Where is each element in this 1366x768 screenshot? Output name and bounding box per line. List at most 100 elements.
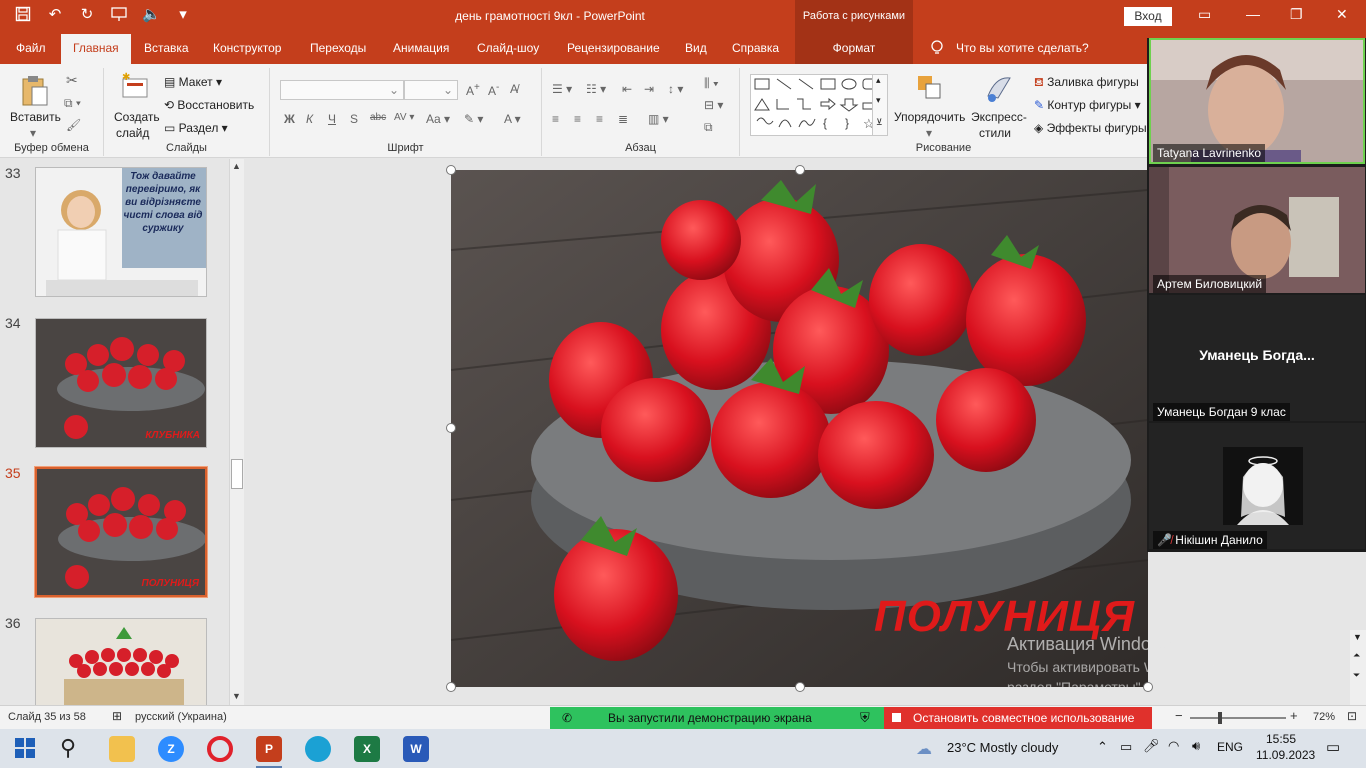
chevron-up-icon[interactable]: ⌃ — [1097, 739, 1108, 755]
clock-time[interactable]: 15:55 — [1266, 732, 1296, 746]
zoom-slider-thumb[interactable] — [1218, 712, 1222, 724]
tab-animations[interactable]: Анимация — [393, 41, 449, 55]
bullets-icon[interactable]: ☰ ▾ — [552, 82, 572, 96]
line-spacing-icon[interactable]: ↕ ▾ — [668, 82, 683, 96]
language-indicator[interactable]: русский (Украина) — [135, 711, 227, 723]
bold-icon[interactable]: Ж — [284, 112, 295, 126]
volume-icon[interactable]: 🔊︎ — [1192, 738, 1200, 754]
quick-styles-label-2[interactable]: стили — [979, 126, 1011, 140]
weather-widget[interactable]: 23°C Mostly cloudy — [947, 740, 1058, 755]
word-icon[interactable]: W — [403, 736, 429, 762]
tab-insert[interactable]: Вставка — [144, 41, 189, 55]
smartart-icon[interactable]: ⧉ — [704, 120, 713, 135]
zoom-level[interactable]: 72% — [1313, 711, 1335, 723]
chevron-up-icon[interactable]: ▴ — [876, 75, 881, 86]
new-slide-icon[interactable]: ✱ — [120, 72, 150, 105]
cut-icon[interactable]: ✂ — [66, 72, 78, 89]
font-color-icon[interactable]: A ▾ — [504, 112, 521, 126]
shape-effects-button[interactable]: ◈ Эффекты фигуры — [1034, 121, 1147, 135]
shapes-gallery-scroll[interactable]: ▴ ▾ ⊻ — [872, 74, 888, 136]
save-icon[interactable] — [14, 6, 32, 24]
arrange-label[interactable]: Упорядочить — [894, 110, 965, 124]
paste-dropdown-icon[interactable]: ▾ — [30, 126, 36, 140]
new-slide-label-2[interactable]: слайд — [116, 126, 149, 140]
columns-icon[interactable]: ▥ ▾ — [648, 112, 669, 126]
format-painter-icon[interactable]: 🖌 — [66, 118, 81, 132]
opera-icon[interactable] — [207, 736, 233, 762]
microphone-icon[interactable]: 🎤︎ — [1143, 738, 1160, 754]
new-slide-label-1[interactable]: Создать — [114, 110, 160, 124]
increase-font-icon[interactable]: A+ — [466, 82, 480, 98]
tab-home[interactable]: Главная — [61, 34, 131, 64]
chevron-down-icon[interactable]: ▾ — [876, 95, 881, 106]
section-button[interactable]: ▭ Раздел ▾ — [164, 121, 228, 135]
file-explorer-icon[interactable] — [109, 736, 135, 762]
wifi-icon[interactable]: ◠ — [1168, 738, 1179, 754]
slide-scrollbar[interactable]: ▼ ⏶ ⏷ — [1350, 630, 1366, 705]
underline-icon[interactable]: Ч — [328, 112, 336, 126]
resize-handle[interactable] — [795, 682, 805, 692]
notifications-icon[interactable]: ▭ — [1326, 738, 1340, 756]
video-tile[interactable]: Артем Биловицкий — [1149, 167, 1365, 293]
scrollbar-thumb[interactable] — [231, 459, 243, 489]
align-center-icon[interactable]: ≡ — [574, 112, 581, 126]
tab-slideshow[interactable]: Слайд-шоу — [477, 41, 539, 55]
customize-toolbar-icon[interactable]: ▾ — [174, 6, 192, 24]
char-spacing-icon[interactable]: AV ▾ — [394, 112, 414, 123]
shape-outline-button[interactable]: ✎ Контур фигуры ▾ — [1034, 98, 1141, 112]
zoom-slider[interactable] — [1190, 712, 1286, 724]
quick-styles-icon[interactable] — [984, 74, 1014, 107]
search-icon[interactable]: ⚲ — [60, 736, 86, 762]
clear-formatting-icon[interactable]: A̸ — [510, 82, 518, 96]
spellcheck-icon[interactable]: ⊞ — [112, 709, 122, 723]
video-tile[interactable]: Tatyana Lavrinenko — [1149, 38, 1365, 164]
reset-button[interactable]: ⟲ Восстановить — [164, 98, 254, 112]
slide-canvas[interactable]: ПОЛУНИЦЯ — [451, 170, 1148, 687]
tab-design[interactable]: Конструктор — [213, 41, 281, 55]
restore-icon[interactable]: ❐ — [1290, 6, 1303, 23]
slide-thumbnail-35[interactable]: ПОЛУНИЦЯ — [35, 467, 207, 597]
tab-format[interactable]: Формат — [795, 34, 913, 64]
paste-label[interactable]: Вставить — [10, 110, 61, 124]
layout-button[interactable]: ▤ Макет ▾ — [164, 75, 222, 89]
paste-icon[interactable] — [20, 74, 50, 111]
tab-review[interactable]: Рецензирование — [567, 41, 660, 55]
excel-icon[interactable]: X — [354, 736, 380, 762]
video-tile[interactable]: 🎤̸ Нікішин Данило — [1149, 423, 1365, 549]
italic-icon[interactable]: К — [306, 112, 313, 126]
increase-indent-icon[interactable]: ⇥ — [644, 82, 654, 96]
edge-icon[interactable] — [305, 736, 331, 762]
decrease-indent-icon[interactable]: ⇤ — [622, 82, 632, 96]
tab-transitions[interactable]: Переходы — [310, 41, 366, 55]
next-slide-icon[interactable]: ⏷ — [1353, 670, 1360, 681]
copy-icon[interactable]: ⧉ ▾ — [64, 96, 81, 111]
scroll-up-icon[interactable]: ▲ — [232, 161, 241, 171]
scroll-up-icon[interactable]: ▼ — [1353, 632, 1362, 642]
thumbnails-scrollbar[interactable]: ▲ ▼ — [229, 159, 244, 705]
tab-help[interactable]: Справка — [732, 41, 779, 55]
arrange-icon[interactable] — [916, 74, 944, 105]
slide-thumbnail-33[interactable]: Тож давайте перевіримо, як ви відрізняєт… — [35, 167, 207, 297]
tell-me-search[interactable]: Что вы хотите сделать? — [956, 41, 1089, 55]
battery-icon[interactable]: ▭ — [1120, 739, 1132, 755]
windows-start-icon[interactable] — [14, 737, 40, 763]
text-direction-icon[interactable]: ⫼ ▾ — [704, 76, 719, 91]
change-case-icon[interactable]: Aa ▾ — [426, 112, 450, 126]
resize-handle[interactable] — [446, 423, 456, 433]
scroll-down-icon[interactable]: ▼ — [232, 691, 241, 701]
arrange-dropdown-icon[interactable]: ▾ — [926, 126, 932, 140]
ribbon-display-options-icon[interactable]: ▭ — [1198, 6, 1211, 23]
slide-counter[interactable]: Слайд 35 из 58 — [8, 711, 86, 723]
slide-thumbnail-36[interactable] — [35, 618, 207, 706]
resize-handle[interactable] — [446, 165, 456, 175]
screen-share-notice[interactable]: ✆ Вы запустили демонстрацию экрана ⛨ — [550, 707, 884, 729]
font-size-select[interactable]: ⌄ — [404, 80, 458, 100]
present-from-start-icon[interactable] — [110, 6, 128, 24]
zoom-out-icon[interactable]: − — [1175, 708, 1183, 723]
align-text-icon[interactable]: ⊟ ▾ — [704, 98, 723, 112]
shadow-icon[interactable]: S — [350, 112, 358, 126]
justify-icon[interactable]: ≣ — [618, 112, 628, 126]
sign-in-button[interactable]: Вход — [1124, 7, 1172, 26]
fit-to-window-icon[interactable]: ⊡ — [1347, 709, 1357, 723]
stop-share-button[interactable]: Остановить совместное использование — [884, 707, 1152, 729]
